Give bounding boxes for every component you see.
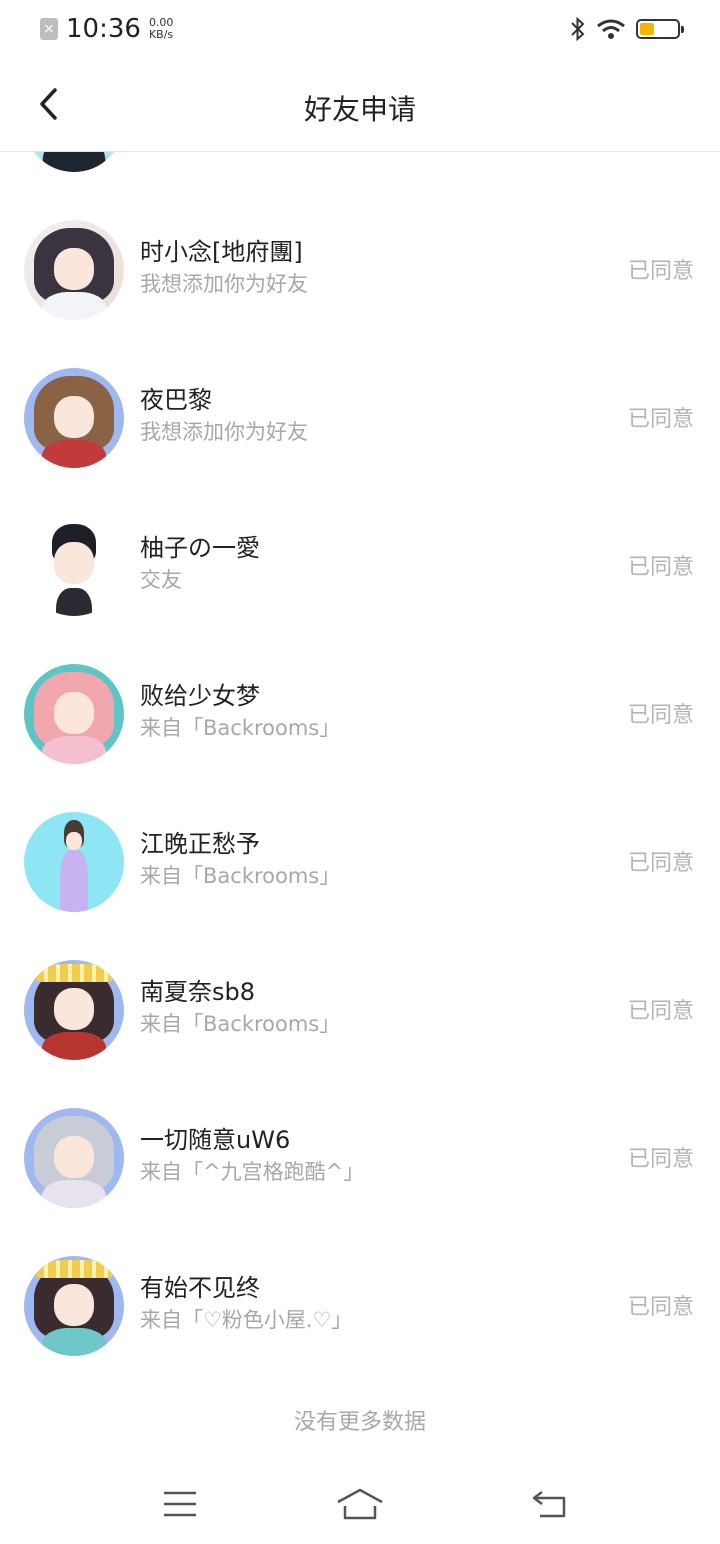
request-message: 我想添加你为好友 [140, 420, 308, 444]
request-status[interactable]: 已同意 [628, 993, 694, 1025]
requester-name: 败给少女梦 [140, 682, 260, 710]
requester-name: 时小念[地府團] [140, 238, 303, 266]
home-button[interactable] [330, 1482, 390, 1526]
request-status[interactable]: 已同意 [628, 1141, 694, 1173]
requester-name: 夜巴黎 [140, 386, 212, 414]
avatar[interactable] [24, 220, 124, 320]
avatar[interactable] [24, 664, 124, 764]
avatar[interactable] [24, 1256, 124, 1356]
sim-off-icon: × [40, 18, 58, 40]
battery-level [640, 23, 655, 35]
status-bar-left: × 10:36 0.00 KB/s [40, 14, 173, 44]
list-item[interactable]: 柚子の一愛 交友 已同意 [0, 496, 720, 644]
menu-icon [164, 1491, 196, 1517]
battery-icon [636, 19, 684, 39]
list-item[interactable]: 时小念[地府團] 我想添加你为好友 已同意 [0, 200, 720, 348]
requester-name: 一切随意uW6 [140, 1126, 291, 1154]
request-message: 来自「Backrooms」 [140, 1012, 341, 1036]
avatar[interactable] [24, 368, 124, 468]
request-message: 交友 [140, 568, 182, 592]
request-message: 来自「Backrooms」 [140, 716, 341, 740]
bluetooth-icon [571, 17, 585, 41]
status-bar-right [570, 17, 684, 41]
friend-request-list[interactable]: 时小念[地府團] 我想添加你为好友 已同意 夜巴黎 我想添加你为好友 已同意 柚… [0, 152, 720, 1462]
request-status[interactable]: 已同意 [628, 401, 694, 433]
list-item[interactable]: 夜巴黎 我想添加你为好友 已同意 [0, 348, 720, 496]
list-item[interactable]: 南夏奈sb8 来自「Backrooms」 已同意 [0, 940, 720, 1088]
request-status[interactable]: 已同意 [628, 697, 694, 729]
request-message: 来自「^九宫格跑酷^」 [140, 1160, 365, 1184]
network-speed: 0.00 KB/s [149, 17, 174, 41]
wifi-icon [597, 19, 625, 39]
page-title: 好友申请 [303, 93, 416, 126]
request-message: 来自「Backrooms」 [140, 864, 341, 888]
status-bar: × 10:36 0.00 KB/s [0, 0, 720, 58]
request-status[interactable]: 已同意 [628, 549, 694, 581]
requester-name: 江晚正愁予 [140, 830, 260, 858]
requester-name: 有始不见终 [140, 1274, 260, 1302]
avatar[interactable] [24, 960, 124, 1060]
list-item[interactable]: 江晚正愁予 来自「Backrooms」 已同意 [0, 792, 720, 940]
list-item[interactable]: 败给少女梦 来自「Backrooms」 已同意 [0, 644, 720, 792]
system-navigation-bar [0, 1462, 720, 1544]
menu-button[interactable] [150, 1482, 210, 1526]
request-message: 来自「♡粉色小屋.♡」 [140, 1308, 353, 1332]
request-status[interactable]: 已同意 [628, 845, 694, 877]
avatar[interactable] [24, 812, 124, 912]
requester-name: 柚子の一愛 [140, 534, 260, 562]
avatar[interactable] [24, 1108, 124, 1208]
home-icon [337, 1488, 383, 1520]
no-more-data-text: 没有更多数据 [293, 1410, 426, 1435]
request-status[interactable]: 已同意 [628, 253, 694, 285]
return-icon [532, 1491, 566, 1518]
network-speed-unit: KB/s [148, 28, 174, 41]
status-time: 10:36 [66, 14, 141, 44]
header: 好友申请 [0, 58, 720, 152]
request-status[interactable]: 已同意 [628, 1289, 694, 1321]
list-item[interactable]: 一切随意uW6 来自「^九宫格跑酷^」 已同意 [0, 1088, 720, 1236]
request-message: 我想添加你为好友 [140, 272, 308, 296]
requester-name: 南夏奈sb8 [140, 978, 256, 1006]
avatar[interactable] [24, 516, 124, 616]
list-item[interactable]: 有始不见终 来自「♡粉色小屋.♡」 已同意 [0, 1236, 720, 1384]
avatar[interactable] [24, 152, 124, 172]
return-button[interactable] [520, 1482, 580, 1526]
